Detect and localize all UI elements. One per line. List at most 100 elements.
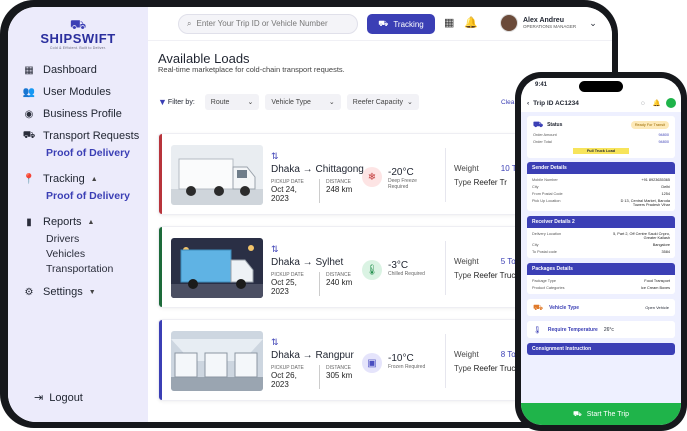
receiver-title: Receiver Details 2 <box>527 216 675 228</box>
user-name: Alex Andreu <box>523 17 564 24</box>
chevron-down-icon: ⌄ <box>406 99 413 106</box>
sidebar-item-label: Business Profile <box>43 108 122 120</box>
field-value: 5, Part 2, Off Centre Sauki Cnpro, Great… <box>613 232 670 240</box>
field-label: Delivery Location <box>532 232 562 236</box>
order-total-label: Order Total <box>533 140 552 144</box>
route-icon: ⇅ <box>271 151 279 161</box>
weight-value: 8 To <box>500 350 516 359</box>
back-icon[interactable]: ‹ <box>527 100 529 107</box>
gear-icon: ⚙ <box>24 286 34 298</box>
sidebar-subitem-vehicles[interactable]: Vehicles <box>22 248 148 263</box>
field-label: City <box>532 243 539 247</box>
sidebar-nav: ▦ Dashboard 👥 User Modules ◉ Business Profi… <box>22 59 148 303</box>
field-label: From Postal Code <box>532 192 563 196</box>
vehicle-type-value: Open Vehicle <box>645 305 669 310</box>
distance-value: 240 km <box>326 278 353 287</box>
temperature-label: Deep Freeze Required <box>388 178 417 190</box>
field-value: 1254 <box>661 192 670 196</box>
avatar[interactable] <box>666 98 676 108</box>
phone-screen: 9:41 ‹ Trip ID AC1234 ◌ 🔔 ⛟ Status Ready F… <box>521 78 681 425</box>
route-filter-label: Route <box>210 98 230 106</box>
order-total: 94800 <box>658 140 669 144</box>
search-input[interactable]: ⌕ Enter Your Trip ID or Vehicle Number <box>178 13 358 34</box>
filter-label: Filter by: <box>167 98 195 106</box>
search-placeholder: Enter Your Trip ID or Vehicle Number <box>196 19 328 28</box>
type-value: Reefer Truck <box>473 271 520 280</box>
vehicle-type-label: Vehicle Type <box>549 304 579 311</box>
reefer-filter-label: Reefer Capacity <box>352 98 403 106</box>
users-icon: 👥 <box>22 86 36 98</box>
reefer-capacity-filter[interactable]: Reefer Capacity ⌄ <box>346 94 419 110</box>
distance-value: 305 km <box>326 371 353 380</box>
bell-icon[interactable]: 🔔 <box>464 16 478 29</box>
load-meta: PICKUP DATE Oct 25, 2023 DISTANCE 240 km <box>271 272 354 296</box>
tracking-button-label: Tracking <box>393 19 424 29</box>
temperature-value: -20°C <box>388 167 414 178</box>
weight-value: 5 To <box>500 257 516 266</box>
tracking-button[interactable]: ⛟ Tracking <box>367 14 435 34</box>
sidebar-subitem-drivers[interactable]: Drivers <box>22 233 148 248</box>
sidebar-item-dashboard[interactable]: ▦ Dashboard <box>22 59 148 81</box>
weight: Weight 5 To <box>454 257 516 266</box>
sidebar-subitem-tracking-proof[interactable]: Proof of Delivery <box>22 190 148 205</box>
sidebar-item-business-profile[interactable]: ◉ Business Profile <box>22 103 148 125</box>
card-accent <box>159 134 162 214</box>
weight-label: Weight <box>454 257 479 266</box>
sidebar-item-settings[interactable]: ⚙ Settings ▼ <box>22 281 148 303</box>
chat-icon[interactable]: ◌ <box>641 100 645 107</box>
sidebar-subitem-transportation[interactable]: Transportation <box>22 263 148 278</box>
card-accent <box>159 227 162 307</box>
sender-details: Sender Details Mobile Number +91 89236353… <box>527 162 675 211</box>
divider <box>445 334 446 388</box>
sidebar-item-reports[interactable]: ▮ Reports ▲ <box>22 211 148 233</box>
type-label: Type <box>454 364 472 373</box>
type-value: Reefer Tr <box>473 178 507 187</box>
sidebar-item-tracking[interactable]: 📍 Tracking ▲ <box>22 168 148 190</box>
route-from: Dhaka <box>271 164 300 175</box>
avatar <box>500 14 518 32</box>
logout-icon: ⇥ <box>34 392 44 404</box>
route-filter[interactable]: Route ⌄ <box>204 94 260 110</box>
sidebar-item-user-modules[interactable]: 👥 User Modules <box>22 81 148 103</box>
temperature-label: Frozen Required <box>388 364 426 370</box>
sidebar-subitem-proof-of-delivery[interactable]: Proof of Delivery <box>22 147 148 162</box>
logout-button[interactable]: ⇥ Logout <box>34 391 83 405</box>
vehicle-type-filter[interactable]: Vehicle Type ⌄ <box>265 94 341 110</box>
temperature: -10°C Frozen Required <box>388 353 425 370</box>
temperature-value: 26°c <box>603 326 614 333</box>
sidebar: ⛟ SHIPSWIFT Cold & Efficient. Built to D… <box>8 7 148 422</box>
field-label: Pick Up Location <box>532 199 561 203</box>
status-box: ⛟ Status Ready For Transit Order Amount 948… <box>527 116 675 158</box>
route-icon: ⇅ <box>271 244 279 254</box>
temperature-label: Require Temperature <box>547 326 598 333</box>
field-label: Product Categories <box>532 286 565 290</box>
divider <box>319 272 320 296</box>
distance-value: 248 km <box>326 185 353 194</box>
bell-icon[interactable]: 🔔 <box>653 99 661 107</box>
page-subtitle: Real-time marketplace for cold-chain tra… <box>158 65 345 74</box>
start-trip-label: Start The Trip <box>586 410 630 418</box>
start-trip-button[interactable]: ⛟ Start The Trip <box>521 403 681 425</box>
sidebar-item-label: Transport Requests <box>43 130 140 142</box>
logout-label: Logout <box>49 391 83 404</box>
weight-label: Weight <box>454 350 479 359</box>
page-title: Available Loads <box>158 51 250 66</box>
sidebar-item-transport-requests[interactable]: ⛟ Transport Requests <box>22 125 148 147</box>
chevron-down-icon: ⌄ <box>589 17 597 28</box>
pickup-date: Oct 25, 2023 <box>271 278 297 296</box>
consignment-title: Consignment Instruction <box>527 343 675 355</box>
status-label: Status <box>547 122 563 128</box>
truck-icon: ⛟ <box>533 120 544 129</box>
calendar-icon[interactable]: ▦ <box>444 16 454 29</box>
sidebar-item-label: Dashboard <box>43 64 97 76</box>
sidebar-item-label: User Modules <box>43 86 111 98</box>
truck-icon: ⛟ <box>533 302 544 312</box>
field-label: To Postal code <box>532 250 557 254</box>
clear-filters-link[interactable]: Clea <box>501 99 514 106</box>
route: ⇅ Dhaka → Sylhet <box>271 244 344 268</box>
temperature: -20°C Deep Freeze Required <box>388 167 436 190</box>
truck-image <box>171 238 263 298</box>
field-value: 3584 <box>661 250 670 254</box>
phone-body: ⛟ Status Ready For Transit Order Amount 948… <box>521 112 681 364</box>
user-menu[interactable]: Alex Andreu OPERATIONS MANAGER ⌄ <box>500 14 597 32</box>
